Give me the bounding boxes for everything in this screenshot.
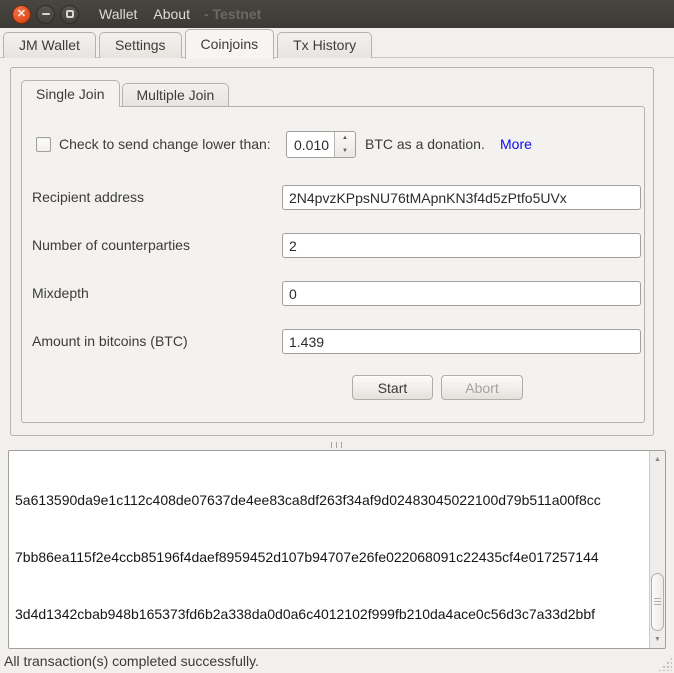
donation-row: Check to send change lower than: ▲ ▼ BTC… <box>22 129 644 159</box>
tab-jm-wallet[interactable]: JM Wallet <box>3 32 96 58</box>
tab-settings[interactable]: Settings <box>99 32 182 58</box>
mixdepth-input[interactable] <box>282 281 641 306</box>
log-line: 3d4d1342cbab948b165373fd6b2a338da0d0a6c4… <box>15 605 646 624</box>
log-line: 5a613590da9e1c112c408de07637de4ee83ca8df… <box>15 491 646 510</box>
menu-wallet[interactable]: Wallet <box>99 6 137 22</box>
spin-arrows: ▲ ▼ <box>334 132 355 157</box>
donation-checkbox-label: Check to send change lower than: <box>59 136 271 152</box>
donation-suffix-label: BTC as a donation. <box>365 136 485 152</box>
status-text: All transaction(s) completed successfull… <box>4 653 259 669</box>
tab-coinjoins[interactable]: Coinjoins <box>185 29 275 59</box>
chevron-up-icon[interactable]: ▲ <box>335 132 355 145</box>
chevron-down-icon[interactable]: ▼ <box>335 145 355 158</box>
minimize-button[interactable] <box>36 5 55 24</box>
scrollbar-thumb[interactable] <box>651 573 664 631</box>
scroll-down-icon[interactable]: ▼ <box>650 633 665 646</box>
recipient-address-label: Recipient address <box>32 185 144 209</box>
scroll-up-icon[interactable]: ▲ <box>650 453 665 466</box>
amount-btc-label: Amount in bitcoins (BTC) <box>32 329 188 353</box>
amount-btc-input[interactable] <box>282 329 641 354</box>
maximize-button[interactable] <box>60 5 79 24</box>
donation-amount-spinbox[interactable]: ▲ ▼ <box>286 131 356 158</box>
join-subtabbar: Single Join Multiple Join <box>21 80 231 106</box>
counterparties-input[interactable] <box>282 233 641 258</box>
close-button[interactable]: ✕ <box>12 5 31 24</box>
window-title: - Testnet <box>204 6 261 22</box>
close-icon: ✕ <box>17 9 26 20</box>
statusbar: All transaction(s) completed successfull… <box>0 650 674 673</box>
mixdepth-label: Mixdepth <box>32 281 89 305</box>
coinjoins-panel: Single Join Multiple Join Check to send … <box>10 67 654 436</box>
menu-about[interactable]: About <box>153 6 190 22</box>
single-join-pane: Check to send change lower than: ▲ ▼ BTC… <box>21 106 645 423</box>
recipient-address-input[interactable] <box>282 185 641 210</box>
subtab-single-join[interactable]: Single Join <box>21 80 120 107</box>
start-button[interactable]: Start <box>352 375 433 400</box>
donation-checkbox[interactable] <box>36 137 51 152</box>
subtab-multiple-join[interactable]: Multiple Join <box>122 83 230 106</box>
maximize-icon <box>66 10 74 18</box>
log-scrollbar[interactable]: ▲ ▼ <box>649 451 665 648</box>
resize-grip[interactable] <box>658 657 672 671</box>
more-link[interactable]: More <box>500 136 532 152</box>
titlebar: ✕ Wallet About - Testnet <box>0 0 674 28</box>
log-line: 7bb86ea115f2e4ccb85196f4daef8959452d107b… <box>15 548 646 567</box>
counterparties-label: Number of counterparties <box>32 233 190 257</box>
tab-tx-history[interactable]: Tx History <box>277 32 372 58</box>
donation-amount-input[interactable] <box>287 132 334 157</box>
splitter-handle[interactable] <box>331 442 344 448</box>
log-output[interactable]: 5a613590da9e1c112c408de07637de4ee83ca8df… <box>8 450 666 649</box>
log-text: 5a613590da9e1c112c408de07637de4ee83ca8df… <box>15 453 646 649</box>
main-tabbar: JM Wallet Settings Coinjoins Tx History <box>3 29 375 58</box>
abort-button[interactable]: Abort <box>441 375 523 400</box>
minimize-icon <box>42 13 50 15</box>
scrollbar-grip-icon <box>654 598 661 606</box>
